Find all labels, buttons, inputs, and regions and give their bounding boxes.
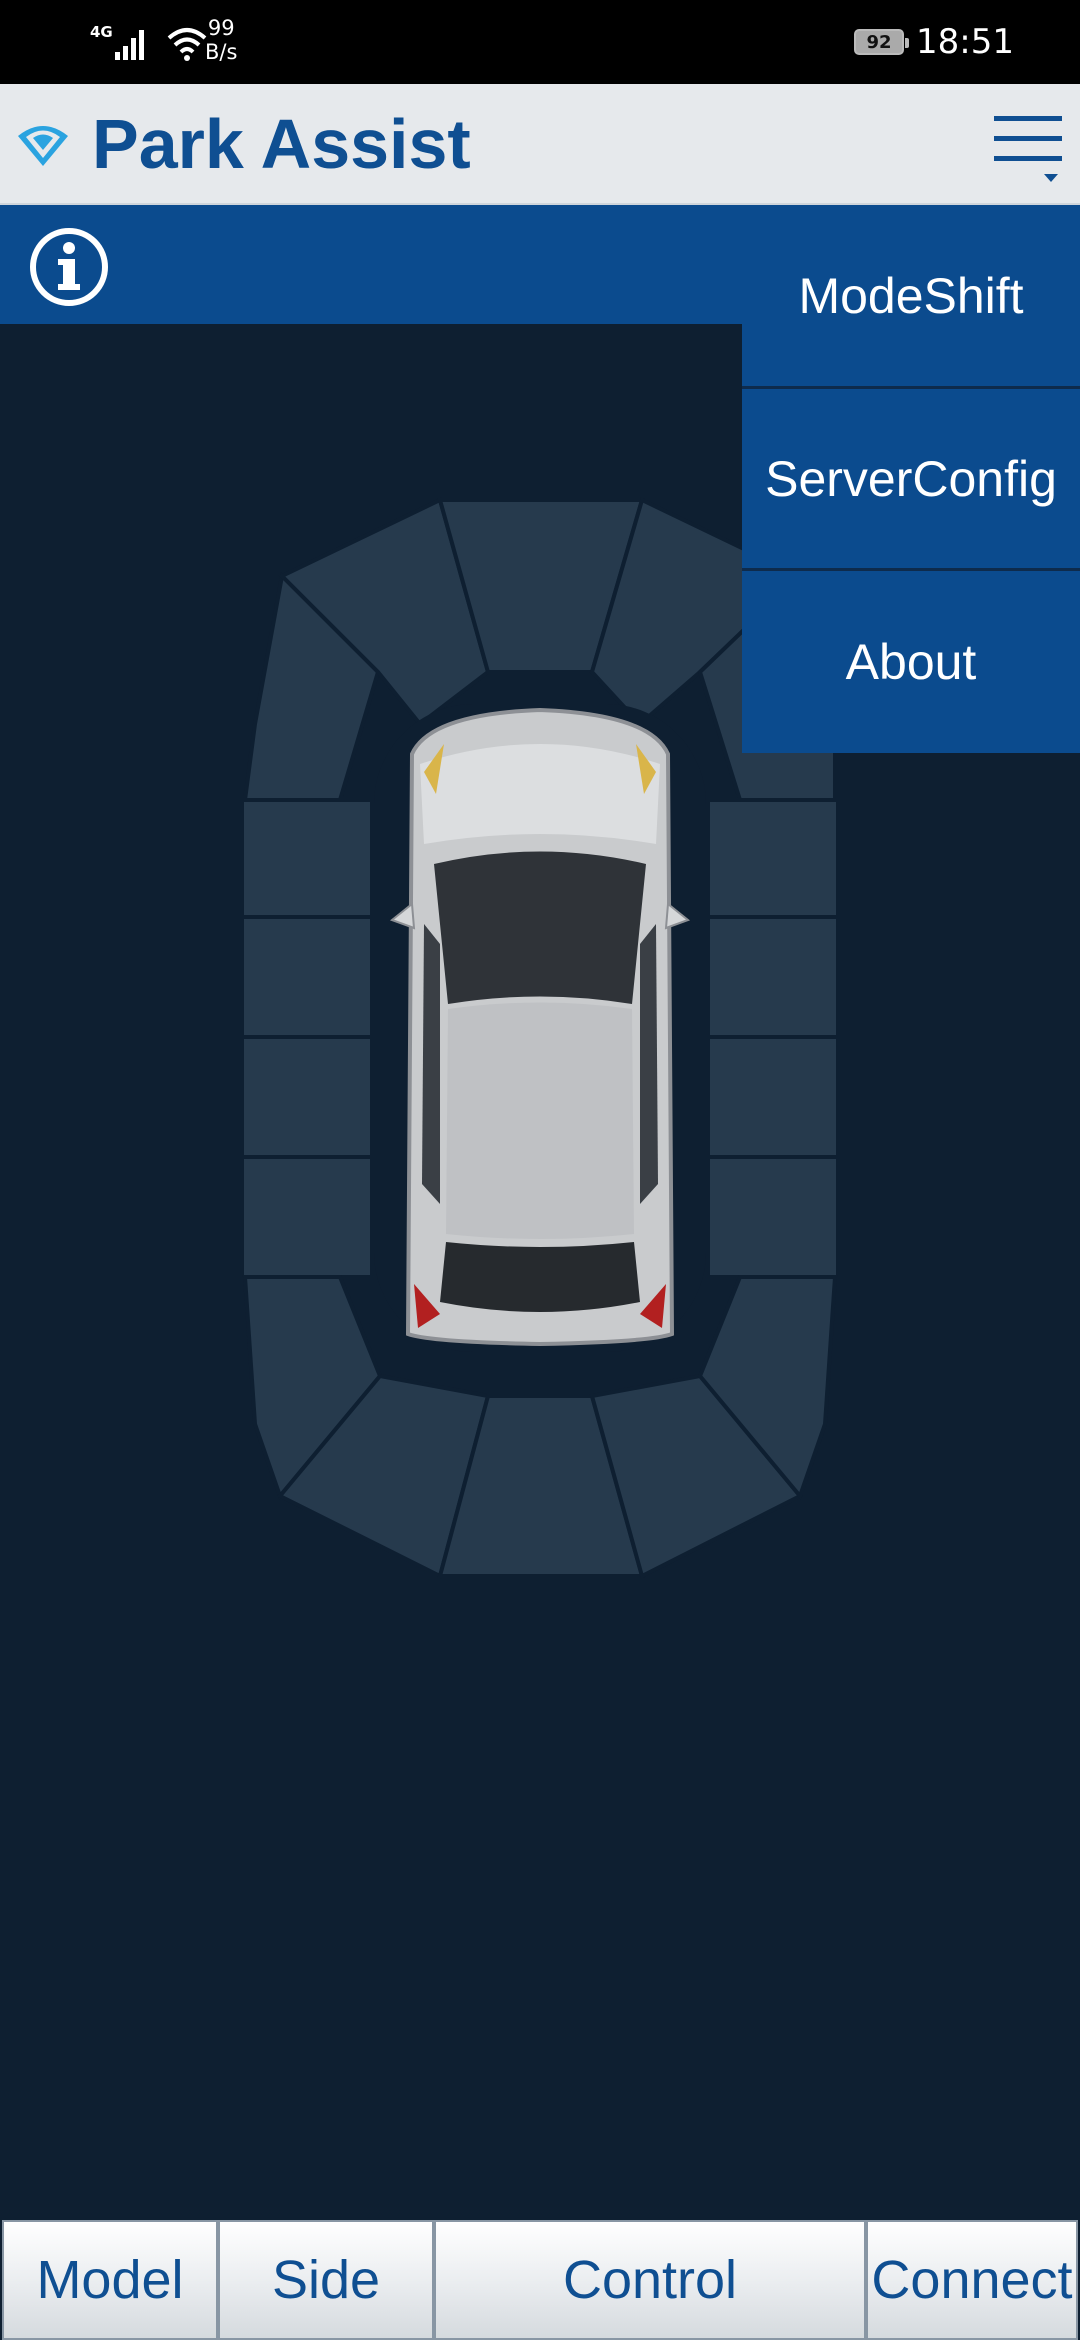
clock: 18:51 [916,22,1014,62]
tab-connect[interactable]: Connect [866,2220,1078,2340]
menu-item-about[interactable]: About [742,571,1080,753]
menu-item-serverconfig[interactable]: ServerConfig [742,389,1080,571]
network-speed: 99 B/s [205,16,237,64]
sensor-left-4 [240,1155,374,1279]
sensor-left-1 [240,798,374,919]
speed-value: 99 [207,16,235,40]
battery-level: 92 [866,31,892,53]
sensor-right-3 [706,1035,840,1159]
wifi-icon [167,28,207,61]
speed-unit: B/s [205,40,238,64]
sensor-right-1 [706,798,840,919]
sensor-left-3 [240,1035,374,1159]
battery-icon: 92 [854,29,910,55]
status-bar: 4G 99 B/s 92 18:51 [0,0,1080,84]
tab-side[interactable]: Side [218,2220,434,2340]
overflow-menu: ModeShift ServerConfig About [742,205,1080,753]
signal-icon [114,30,144,60]
menu-item-modeshift[interactable]: ModeShift [742,205,1080,389]
tab-control[interactable]: Control [434,2220,866,2340]
network-type: 4G [90,23,113,41]
car-top-view [389,707,691,1347]
tab-model[interactable]: Model [2,2220,218,2340]
hamburger-menu-icon[interactable] [992,110,1064,186]
app-header: Park Assist [0,84,1080,205]
wifi-shield-icon [18,126,68,166]
sensor-right-2 [706,915,840,1039]
app-title: Park Assist [92,105,471,183]
status-right: 92 18:51 [854,18,1014,66]
sensor-right-4 [706,1155,840,1279]
info-icon[interactable] [28,226,110,308]
sensor-left-2 [240,915,374,1039]
status-left: 4G [90,14,209,74]
bottom-tab-bar: Model Side Control Connect [0,2216,1080,2340]
